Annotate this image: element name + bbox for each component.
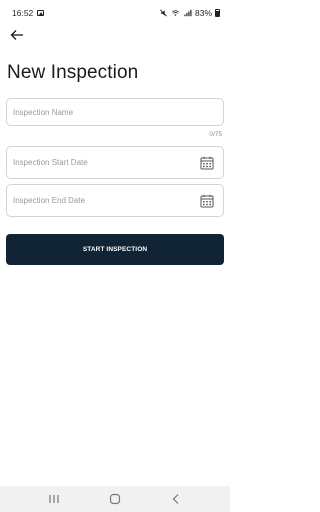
recent-apps-icon [49, 495, 59, 503]
start-inspection-button[interactable]: START INSPECTION [6, 234, 224, 265]
battery-percentage: 83% [194, 8, 212, 18]
page-title: New Inspection [7, 62, 139, 83]
calendar-icon[interactable] [200, 194, 214, 208]
status-bar: 16:52 83% [0, 0, 230, 26]
inspection-name-field[interactable]: Inspection Name [6, 98, 224, 126]
character-counter: 0/75 [209, 131, 222, 138]
inspection-name-placeholder: Inspection Name [13, 107, 74, 117]
status-time: 16:52 [12, 8, 34, 18]
back-button[interactable] [8, 28, 26, 42]
battery-icon [215, 9, 220, 17]
inspection-end-date-field[interactable]: Inspection End Date [6, 184, 224, 217]
calendar-icon[interactable] [200, 156, 214, 170]
signal-icon [184, 9, 192, 17]
system-back-button[interactable] [168, 491, 184, 507]
status-right: 83% [159, 8, 220, 18]
inspection-start-date-field[interactable]: Inspection Start Date [6, 146, 224, 179]
recent-apps-button[interactable] [46, 491, 62, 507]
status-left: 16:52 [12, 8, 45, 18]
home-button[interactable] [107, 491, 123, 507]
inspection-end-date-placeholder: Inspection End Date [13, 196, 86, 205]
gallery-icon [37, 10, 45, 16]
back-icon [172, 494, 179, 504]
system-nav-bar [0, 486, 230, 512]
arrow-left-icon [10, 30, 23, 40]
wifi-icon [172, 10, 179, 16]
inspection-start-date-placeholder: Inspection Start Date [13, 158, 88, 167]
home-icon [109, 493, 121, 505]
mute-icon [160, 9, 167, 17]
